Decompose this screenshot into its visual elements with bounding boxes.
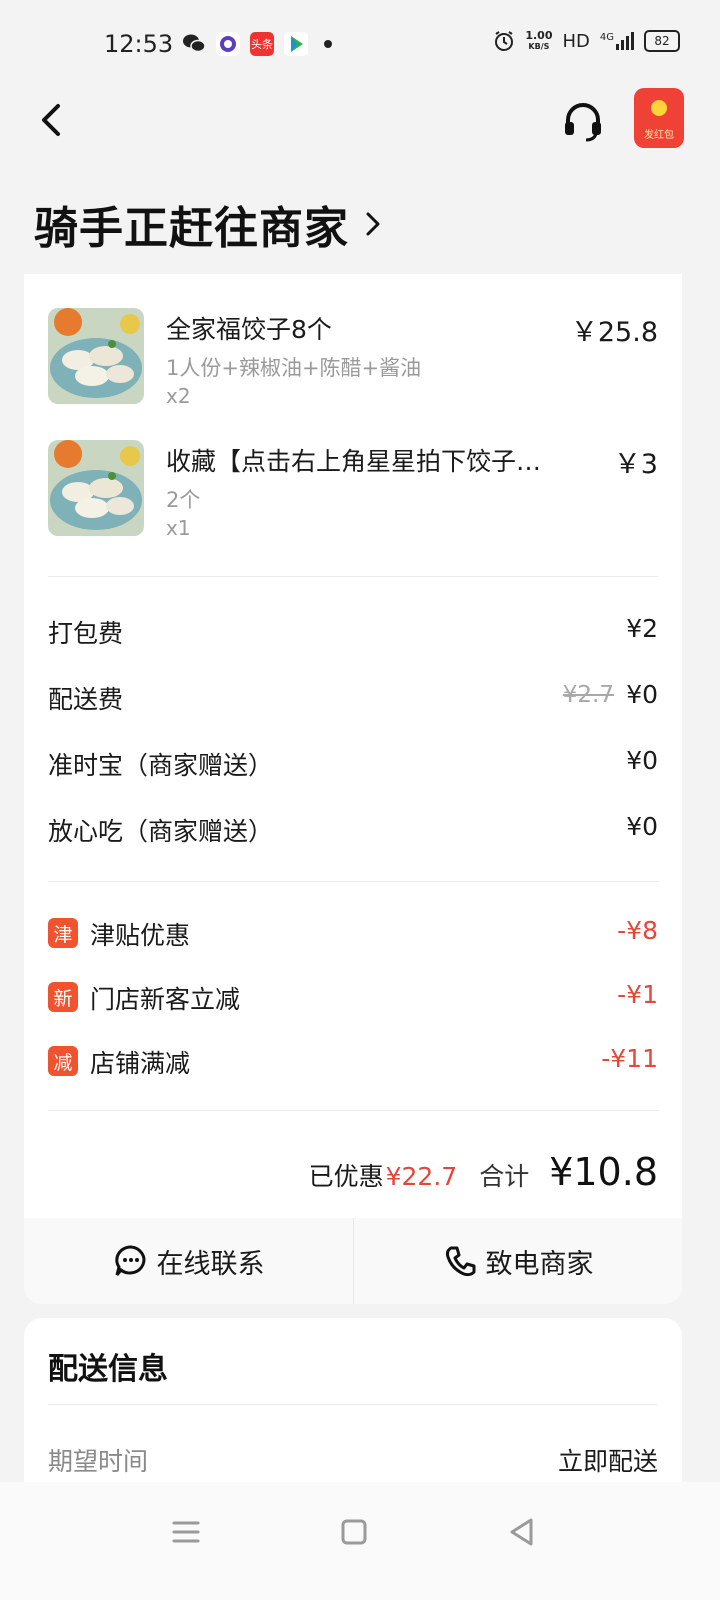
fee-row-safe-food: 放心吃（商家赠送） ¥0	[48, 812, 658, 846]
send-red-packet-button[interactable]: 发红包	[634, 88, 684, 148]
dumpling-thumbnail	[48, 308, 144, 404]
more-notifications-icon	[324, 40, 332, 48]
hd-indicator: HD	[562, 30, 590, 52]
back-nav-button[interactable]	[502, 1512, 542, 1552]
fee-row-delivery: 配送费 ¥2.7 ¥0	[48, 680, 658, 714]
online-contact-button[interactable]: 在线联系	[24, 1218, 353, 1304]
browser-icon	[216, 32, 240, 56]
contact-actions: 在线联系 致电商家	[24, 1218, 682, 1304]
menu-icon	[172, 1521, 200, 1543]
chevron-left-icon	[42, 104, 60, 136]
item-price: ￥3	[613, 449, 658, 480]
divider	[48, 1110, 658, 1111]
customer-service-button[interactable]	[562, 100, 604, 142]
item-spec: 1人份+辣椒油+陈醋+酱油	[166, 356, 422, 380]
item-spec: 2个	[166, 488, 201, 512]
triangle-back-icon	[510, 1518, 533, 1546]
dumpling-thumbnail	[48, 440, 144, 536]
item-price: ￥25.8	[570, 317, 658, 348]
call-merchant-button[interactable]: 致电商家	[353, 1218, 682, 1304]
status-bar: 12:53 头条 1.00 KB/S HD 4G 82	[0, 0, 720, 90]
chat-bubble-icon	[114, 1245, 145, 1276]
coin-icon	[651, 100, 667, 116]
video-app-icon	[284, 32, 308, 56]
back-button[interactable]	[34, 96, 74, 144]
headset-icon	[565, 103, 601, 142]
discount-row-full-reduction: 减 店铺满减 -¥11	[48, 1044, 658, 1084]
total-amount: ¥10.8	[549, 1150, 658, 1194]
home-button[interactable]	[334, 1512, 374, 1552]
order-item[interactable]: 收藏【点击右上角星星拍下饺子2个】 2个 x1 ￥3	[48, 440, 658, 540]
fee-row-packaging: 打包费 ¥2	[48, 614, 658, 648]
wechat-icon	[182, 32, 206, 56]
divider	[48, 881, 658, 882]
item-quantity: x2	[166, 384, 191, 408]
divider	[48, 576, 658, 577]
order-card: 全家福饺子8个 1人份+辣椒油+陈醋+酱油 x2 ￥25.8 收藏【点击右上角星…	[24, 274, 682, 1304]
order-status-link[interactable]: 骑手正赶往商家	[34, 192, 381, 256]
battery-icon: 82	[644, 30, 680, 52]
saved-amount: ¥22.7	[385, 1162, 458, 1191]
chevron-right-icon	[366, 212, 380, 236]
section-title: 配送信息	[48, 1352, 168, 1387]
fee-row-ontime: 准时宝（商家赠送） ¥0	[48, 746, 658, 780]
item-name: 收藏【点击右上角星星拍下饺子2个】	[166, 447, 556, 476]
page-title: 骑手正赶往商家	[34, 203, 349, 254]
network-speed: 1.00 KB/S	[525, 29, 553, 51]
expected-time-value: 立即配送	[557, 1447, 658, 1476]
phone-icon	[445, 1246, 475, 1277]
item-name: 全家福饺子8个	[166, 315, 332, 344]
divider	[48, 1404, 658, 1405]
system-navigation-bar	[0, 1482, 720, 1600]
red-packet-label: 发红包	[644, 130, 674, 141]
system-status: 1.00 KB/S HD 4G 82	[493, 30, 680, 52]
expected-time-label: 期望时间	[48, 1447, 149, 1476]
order-item[interactable]: 全家福饺子8个 1人份+辣椒油+陈醋+酱油 x2 ￥25.8	[48, 308, 658, 408]
discount-row-new-customer: 新 门店新客立减 -¥1	[48, 980, 658, 1020]
item-quantity: x1	[166, 516, 191, 540]
home-icon	[341, 1519, 367, 1545]
menu-button[interactable]	[166, 1512, 206, 1552]
status-time: 12:53	[104, 30, 174, 58]
toutiao-icon: 头条	[250, 32, 274, 56]
notification-icons: 头条	[182, 32, 332, 56]
signal-icon: 4G	[600, 32, 634, 50]
discount-badge: 新	[48, 982, 78, 1012]
alarm-icon	[495, 31, 514, 51]
original-delivery-fee: ¥2.7	[562, 682, 614, 708]
discount-badge: 津	[48, 918, 78, 948]
order-total: 已优惠 ¥22.7 合计 ¥10.8	[308, 1150, 658, 1194]
discount-badge: 减	[48, 1046, 78, 1076]
discount-row-allowance: 津 津贴优惠 -¥8	[48, 916, 658, 956]
